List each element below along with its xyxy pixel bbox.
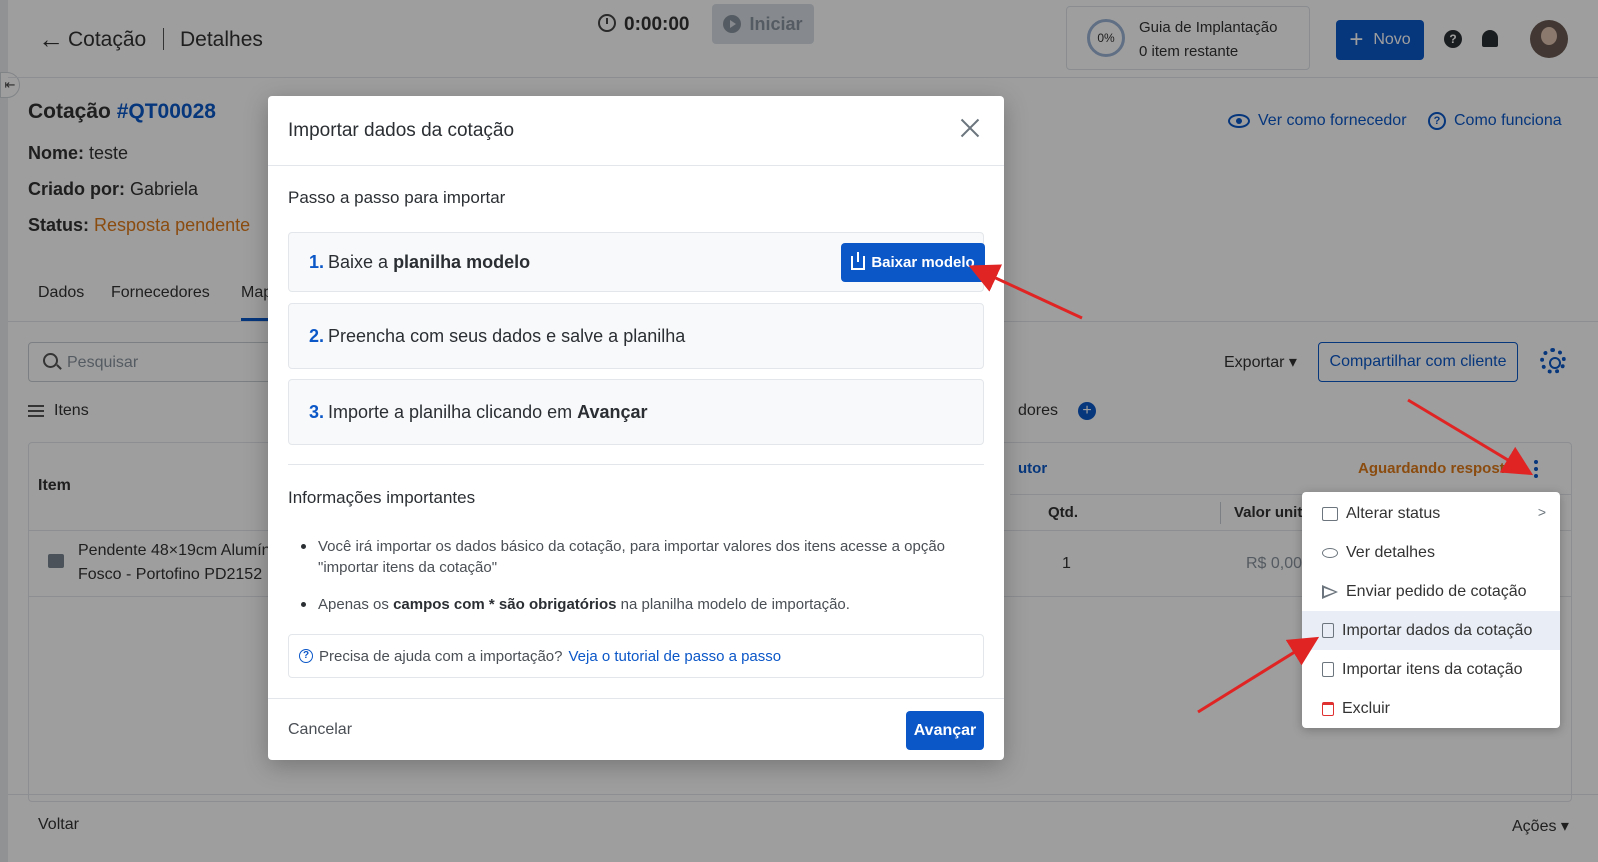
close-icon[interactable] <box>960 118 980 138</box>
steps-title: Passo a passo para importar <box>288 188 506 207</box>
step-3-label: Importe a planilha clicando em <box>328 402 578 422</box>
step-3-bold: Avançar <box>577 402 648 422</box>
info-bullet-2-bold: campos com * são obrigatórios <box>393 596 617 613</box>
step-3-number: 3. <box>309 402 325 422</box>
menu-item-label: Importar dados da cotação <box>1342 621 1533 639</box>
info-list: Você irá importar os dados básico da cot… <box>298 536 958 631</box>
cancel-button[interactable]: Cancelar <box>288 721 352 739</box>
row-actions-menu: Alterar status > Ver detalhes Enviar ped… <box>1302 492 1560 728</box>
modal-title: Importar dados da cotação <box>288 120 515 141</box>
step-1-text: 1. Baixe a planilha modelo <box>309 252 530 273</box>
menu-item-label: Excluir <box>1342 699 1391 717</box>
download-icon <box>851 251 866 270</box>
menu-item-label: Enviar pedido de cotação <box>1346 582 1527 600</box>
info-bullet-2: Apenas os campos com * são obrigatórios … <box>298 594 958 615</box>
step-3: 3. Importe a planilha clicando em Avançar <box>288 379 984 445</box>
step-3-text: 3. Importe a planilha clicando em Avançar <box>309 402 648 423</box>
eye-icon <box>1322 547 1338 558</box>
menu-item-label: Importar itens da cotação <box>1342 660 1523 678</box>
import-quote-modal: Importar dados da cotação Passo a passo … <box>268 96 1004 760</box>
menu-item-label: Alterar status <box>1346 504 1441 522</box>
tutorial-link[interactable]: Veja o tutorial de passo a passo <box>568 648 781 665</box>
file-import-icon <box>1322 662 1334 677</box>
download-template-label: Baixar modelo <box>871 254 975 271</box>
step-1-bold: planilha modelo <box>393 252 531 272</box>
step-2-text: 2. Preencha com seus dados e salve a plan… <box>309 326 685 347</box>
status-icon <box>1322 506 1338 521</box>
send-icon <box>1322 584 1338 599</box>
modal-header: Importar dados da cotação <box>268 96 1004 166</box>
info-bullet-2-post: na planilha modelo de importação. <box>616 596 850 613</box>
trash-icon <box>1322 701 1334 716</box>
step-1: 1. Baixe a planilha modelo Baixar modelo <box>288 232 985 292</box>
menu-item-send-request[interactable]: Enviar pedido de cotação <box>1302 572 1560 611</box>
info-bullet-2-pre: Apenas os <box>318 596 394 613</box>
menu-item-view-details[interactable]: Ver detalhes <box>1302 533 1560 572</box>
help-box: ? Precisa de ajuda com a importação? Vej… <box>288 634 984 678</box>
download-template-button[interactable]: Baixar modelo <box>841 243 985 282</box>
menu-item-delete[interactable]: Excluir <box>1302 689 1560 728</box>
modal-divider <box>288 464 984 465</box>
step-1-number: 1. <box>309 252 325 272</box>
menu-item-change-status[interactable]: Alterar status > <box>1302 494 1560 533</box>
help-text: Precisa de ajuda com a importação? <box>319 647 563 665</box>
next-button[interactable]: Avançar <box>906 711 984 750</box>
menu-item-import-quote-items[interactable]: Importar itens da cotação <box>1302 650 1560 689</box>
step-1-label: Baixe a <box>328 252 394 272</box>
info-bullet-1: Você irá importar os dados básico da cot… <box>298 536 958 578</box>
step-2: 2. Preencha com seus dados e salve a plan… <box>288 303 984 369</box>
step-2-number: 2. <box>309 326 325 346</box>
step-2-label: Preencha com seus dados e salve a planil… <box>328 326 686 346</box>
modal-footer: Cancelar Avançar <box>268 698 1004 760</box>
question-icon: ? <box>299 649 313 663</box>
file-import-icon <box>1322 623 1334 638</box>
menu-item-import-quote-data[interactable]: Importar dados da cotação <box>1302 611 1560 650</box>
chevron-right-icon: > <box>1537 504 1546 520</box>
menu-item-label: Ver detalhes <box>1346 543 1435 561</box>
info-title: Informações importantes <box>288 488 476 507</box>
